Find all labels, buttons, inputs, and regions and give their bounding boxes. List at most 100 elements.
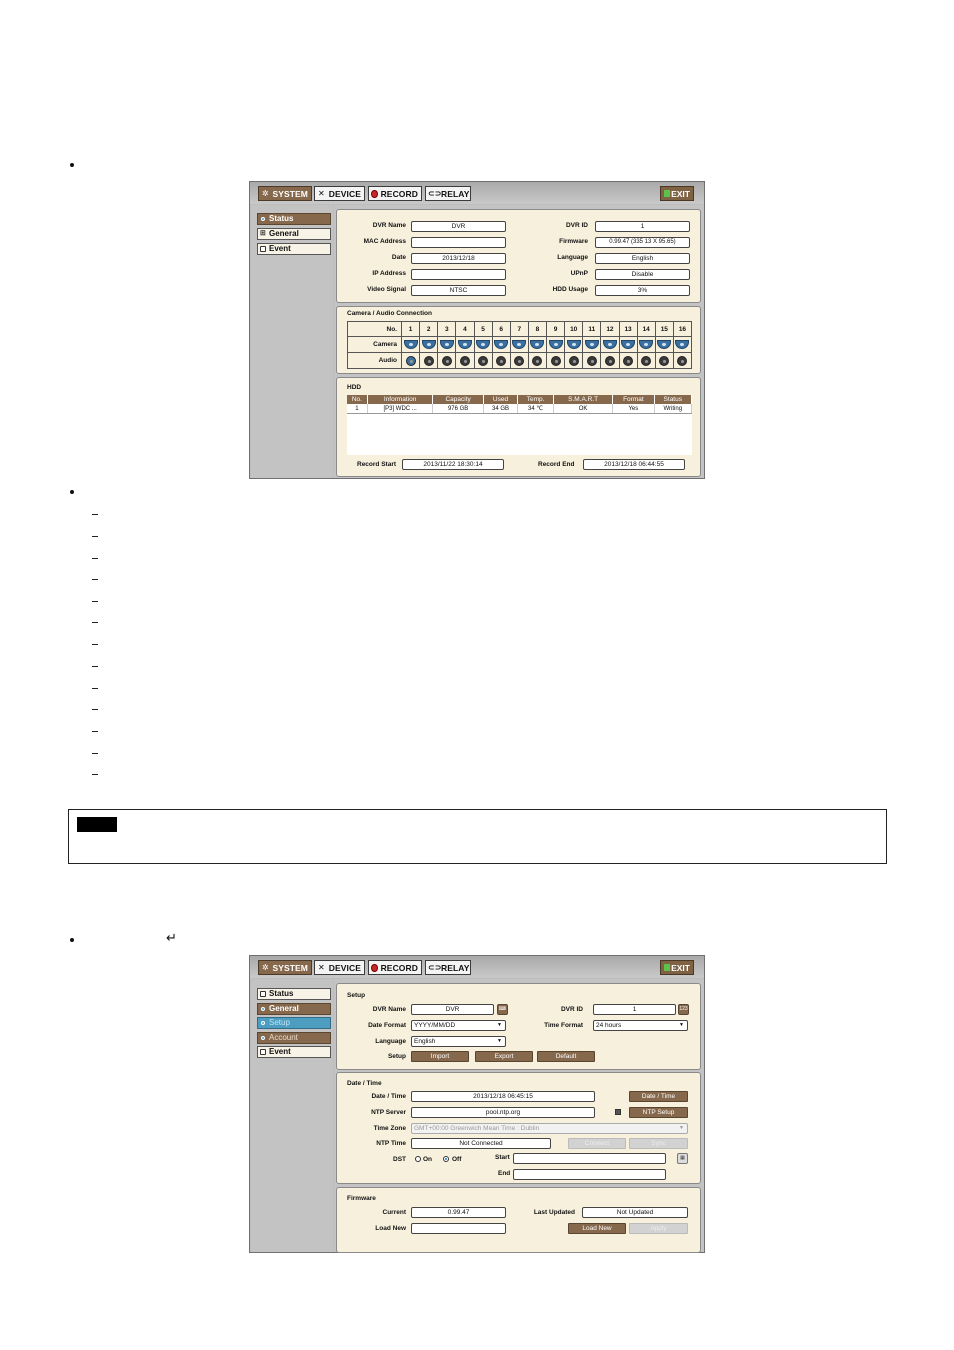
sync-button[interactable]: Sync xyxy=(629,1138,688,1149)
channel-number: 1 xyxy=(400,321,421,337)
channel-number: 4 xyxy=(455,321,475,337)
tools-icon: ✕ xyxy=(317,962,325,972)
sidebar-item-status[interactable]: Status xyxy=(257,988,331,1000)
sidebar-item-event[interactable]: Event xyxy=(257,1046,331,1058)
tab-device[interactable]: ✕ DEVICE xyxy=(314,960,365,975)
time-zone-label: Time Zone xyxy=(373,1125,406,1132)
exit-button[interactable]: EXIT xyxy=(660,960,694,975)
ntp-server-input[interactable]: pool.ntp.org xyxy=(411,1107,595,1118)
dst-end-input[interactable] xyxy=(513,1169,666,1180)
language-select[interactable]: English xyxy=(411,1036,506,1047)
tab-record[interactable]: RECORD xyxy=(368,186,422,201)
tab-system[interactable]: ✲ SYSTEM xyxy=(258,186,312,201)
channel-number: 15 xyxy=(654,321,674,337)
hdd-column-header: Used xyxy=(483,395,519,404)
hdd-column-header: Information xyxy=(367,395,434,404)
note-box xyxy=(68,809,887,864)
ip-address-label: IP Address xyxy=(372,270,406,277)
ntp-setup-button[interactable]: NTP Setup xyxy=(629,1107,688,1118)
dst-on-radio[interactable] xyxy=(415,1156,421,1162)
dash xyxy=(92,731,98,732)
sidebar-item-setup[interactable]: Setup xyxy=(257,1017,331,1029)
import-button[interactable]: Import xyxy=(411,1051,469,1062)
time-format-label: Time Format xyxy=(544,1022,583,1029)
hdd-cell: 1 xyxy=(347,404,368,414)
camera-icon xyxy=(457,340,472,349)
sidebar-item-general[interactable]: ⊞ General xyxy=(257,228,331,240)
date-time-button[interactable]: Date / Time xyxy=(629,1091,688,1102)
dst-start-input[interactable] xyxy=(513,1153,666,1164)
relay-icon: ⊂⊃ xyxy=(428,962,442,972)
upnp-label: UPnP xyxy=(570,270,588,277)
dvr-id-label: DVR ID xyxy=(560,1006,583,1013)
current-version-label: Current xyxy=(382,1209,406,1216)
date-format-label: Date Format xyxy=(368,1022,406,1029)
default-button[interactable]: Default xyxy=(537,1051,595,1062)
ntp-checkbox[interactable] xyxy=(615,1109,621,1115)
tab-relay[interactable]: ⊂⊃ RELAY xyxy=(425,186,471,201)
dash xyxy=(92,709,98,710)
connect-button[interactable]: Connect xyxy=(568,1138,626,1149)
audio-icon xyxy=(459,355,470,366)
audio-cell xyxy=(618,352,638,369)
sidebar-item-event[interactable]: Event xyxy=(257,243,331,255)
row-label-audio: Audio xyxy=(347,352,402,369)
audio-cell xyxy=(527,352,548,369)
load-new-button[interactable]: Load New xyxy=(568,1223,626,1234)
setup-row-label: Setup xyxy=(387,1053,406,1060)
audio-cell xyxy=(473,352,493,369)
camera-cell xyxy=(473,336,493,353)
channel-number: 16 xyxy=(672,321,693,337)
export-button[interactable]: Export xyxy=(475,1051,533,1062)
channel-number: 3 xyxy=(437,321,457,337)
audio-icon xyxy=(568,355,579,366)
row-label-camera: Camera xyxy=(347,336,402,353)
numpad-icon[interactable]: 123 xyxy=(678,1004,689,1015)
tab-system[interactable]: ✲ SYSTEM xyxy=(258,960,312,975)
apply-button[interactable]: Apply xyxy=(629,1223,688,1234)
channel-number: 6 xyxy=(491,321,511,337)
load-new-input[interactable] xyxy=(411,1223,506,1234)
dash xyxy=(92,601,98,602)
calendar-icon[interactable]: ▦ xyxy=(677,1153,688,1164)
hdd-column-header: No. xyxy=(347,395,368,404)
audio-icon xyxy=(532,355,543,366)
date-format-select[interactable]: YYYY/MM/DD xyxy=(411,1020,506,1031)
sidebar-item-general[interactable]: General xyxy=(257,1003,331,1015)
channel-number: 7 xyxy=(509,321,529,337)
channel-number: 12 xyxy=(600,321,620,337)
gear-icon: ✲ xyxy=(261,962,269,972)
time-zone-select[interactable]: GMT+00:00 Greenwich Mean Time : Dublin xyxy=(411,1123,688,1134)
table-row[interactable]: 1 [P3] WDC ... 976 GB 34 GB 34 ℃ OK Yes Writing xyxy=(347,404,693,414)
exit-button[interactable]: EXIT xyxy=(660,186,694,201)
record-start-value: 2013/11/22 18:30:14 xyxy=(402,459,504,470)
sidebar-item-account[interactable]: Account xyxy=(257,1032,331,1044)
audio-icon xyxy=(659,355,670,366)
hdd-column-header: Format xyxy=(612,395,655,404)
record-end-label: Record End xyxy=(538,461,575,468)
firmware-label: Firmware xyxy=(559,238,588,245)
camera-cell xyxy=(582,336,602,353)
firmware-panel: Firmware Current 0.99.47 Last Updated No… xyxy=(336,1187,701,1253)
ip-address-value xyxy=(411,269,506,280)
dst-off-radio[interactable] xyxy=(443,1156,449,1162)
audio-icon xyxy=(405,355,416,366)
sidebar-item-status[interactable]: Status xyxy=(257,213,331,225)
date-time-label: Date / Time xyxy=(371,1093,406,1100)
audio-icon xyxy=(550,355,561,366)
channel-number: 13 xyxy=(618,321,638,337)
camera-cell xyxy=(527,336,548,353)
dvr-id-label: DVR ID xyxy=(565,222,588,229)
dvr-name-input[interactable]: DVR xyxy=(411,1004,494,1015)
exit-icon xyxy=(664,190,670,197)
audio-cell xyxy=(455,352,475,369)
audio-cell xyxy=(437,352,457,369)
tab-device[interactable]: ✕ DEVICE xyxy=(314,186,365,201)
tab-relay[interactable]: ⊂⊃ RELAY xyxy=(425,960,471,975)
audio-icon xyxy=(423,355,434,366)
keyboard-icon[interactable]: ⌨ xyxy=(497,1004,508,1015)
time-format-select[interactable]: 24 hours xyxy=(593,1020,688,1031)
tab-record[interactable]: RECORD xyxy=(368,960,422,975)
camera-audio-connection-panel: Camera / Audio Connection No. 1 2 3 4 5 6 7 8 9 10… xyxy=(336,306,701,374)
dvr-id-input[interactable]: 1 xyxy=(593,1004,676,1015)
